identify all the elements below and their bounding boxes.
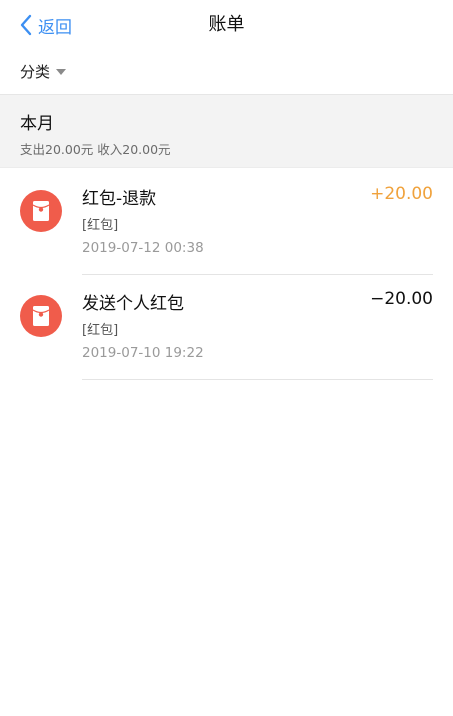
- transaction-row[interactable]: 发送个人红包 [红包] 2019-07-10 19:22 −20.00: [0, 275, 453, 380]
- red-packet-icon: [20, 295, 62, 337]
- navigation-bar: 返回 账单: [0, 0, 453, 50]
- category-filter-label: 分类: [20, 62, 51, 81]
- month-title: 本月: [20, 114, 54, 134]
- month-section-header: 本月 支出20.00元 收入20.00元: [0, 94, 453, 168]
- category-filter[interactable]: 分类: [20, 58, 67, 84]
- transaction-time: 2019-07-12 00:38: [82, 240, 204, 256]
- row-divider: [82, 379, 433, 380]
- transaction-row[interactable]: 红包-退款 [红包] 2019-07-12 00:38 +20.00: [0, 170, 453, 275]
- transaction-amount: +20.00: [370, 184, 433, 204]
- transaction-tag: [红包]: [82, 323, 119, 338]
- page-title: 账单: [208, 14, 245, 35]
- caret-down-icon: [56, 69, 67, 75]
- transaction-title: 红包-退款: [82, 189, 157, 209]
- red-packet-icon: [20, 190, 62, 232]
- transaction-time: 2019-07-10 19:22: [82, 345, 204, 361]
- transaction-tag: [红包]: [82, 218, 119, 233]
- transaction-amount: −20.00: [370, 289, 433, 309]
- month-summary: 支出20.00元 收入20.00元: [20, 142, 171, 157]
- transaction-title: 发送个人红包: [82, 294, 184, 314]
